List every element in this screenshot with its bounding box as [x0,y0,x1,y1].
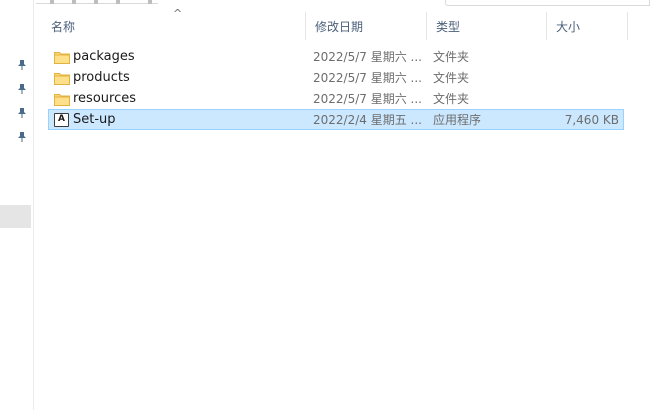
folder-icon [54,89,70,108]
file-name: products [73,70,130,85]
file-explorer-window: ^ 名称 修改日期 类型 大小 packages 2022/5/7 星期六 ..… [0,0,650,410]
navigation-pane[interactable] [0,0,34,410]
column-header-date-modified[interactable]: 修改日期 [306,12,427,40]
file-name: Set-up [73,112,116,127]
search-box-fragment[interactable] [445,0,650,6]
file-row-products[interactable]: products 2022/5/7 星期六 ... 文件夹 [48,67,624,88]
file-name: resources [73,91,137,106]
file-date-modified: 2022/5/7 星期六 ... [313,92,422,106]
file-date-modified: 2022/5/7 星期六 ... [313,50,422,64]
file-type: 文件夹 [433,71,470,85]
pin-icon[interactable] [16,83,28,95]
file-size: 7,460 KB [564,112,619,127]
file-row-set-up[interactable]: A Set-up 2022/2/4 星期五 ... 应用程序 7,460 KB [48,109,624,130]
file-list: packages 2022/5/7 星期六 ... 文件夹 products 2… [48,46,624,130]
folder-icon [54,47,70,66]
file-date-modified: 2022/2/4 星期五 ... [313,113,422,127]
column-header-size[interactable]: 大小 [547,12,628,40]
file-type: 文件夹 [433,92,470,106]
address-bar-fragment [36,0,158,4]
pin-icon[interactable] [16,107,28,119]
file-date-modified: 2022/5/7 星期六 ... [313,71,422,85]
pin-icon[interactable] [16,59,28,71]
pin-icon[interactable] [16,131,28,143]
file-row-resources[interactable]: resources 2022/5/7 星期六 ... 文件夹 [48,88,624,109]
nav-selected-item[interactable] [0,205,31,228]
column-header-type[interactable]: 类型 [427,12,547,40]
column-header-name[interactable]: 名称 [42,12,306,40]
file-type: 应用程序 [433,113,482,127]
file-type: 文件夹 [433,50,470,64]
application-icon: A [54,110,70,129]
file-name: packages [73,49,135,64]
file-row-packages[interactable]: packages 2022/5/7 星期六 ... 文件夹 [48,46,624,67]
folder-icon [54,68,70,87]
column-header: ^ 名称 修改日期 类型 大小 [36,7,650,40]
